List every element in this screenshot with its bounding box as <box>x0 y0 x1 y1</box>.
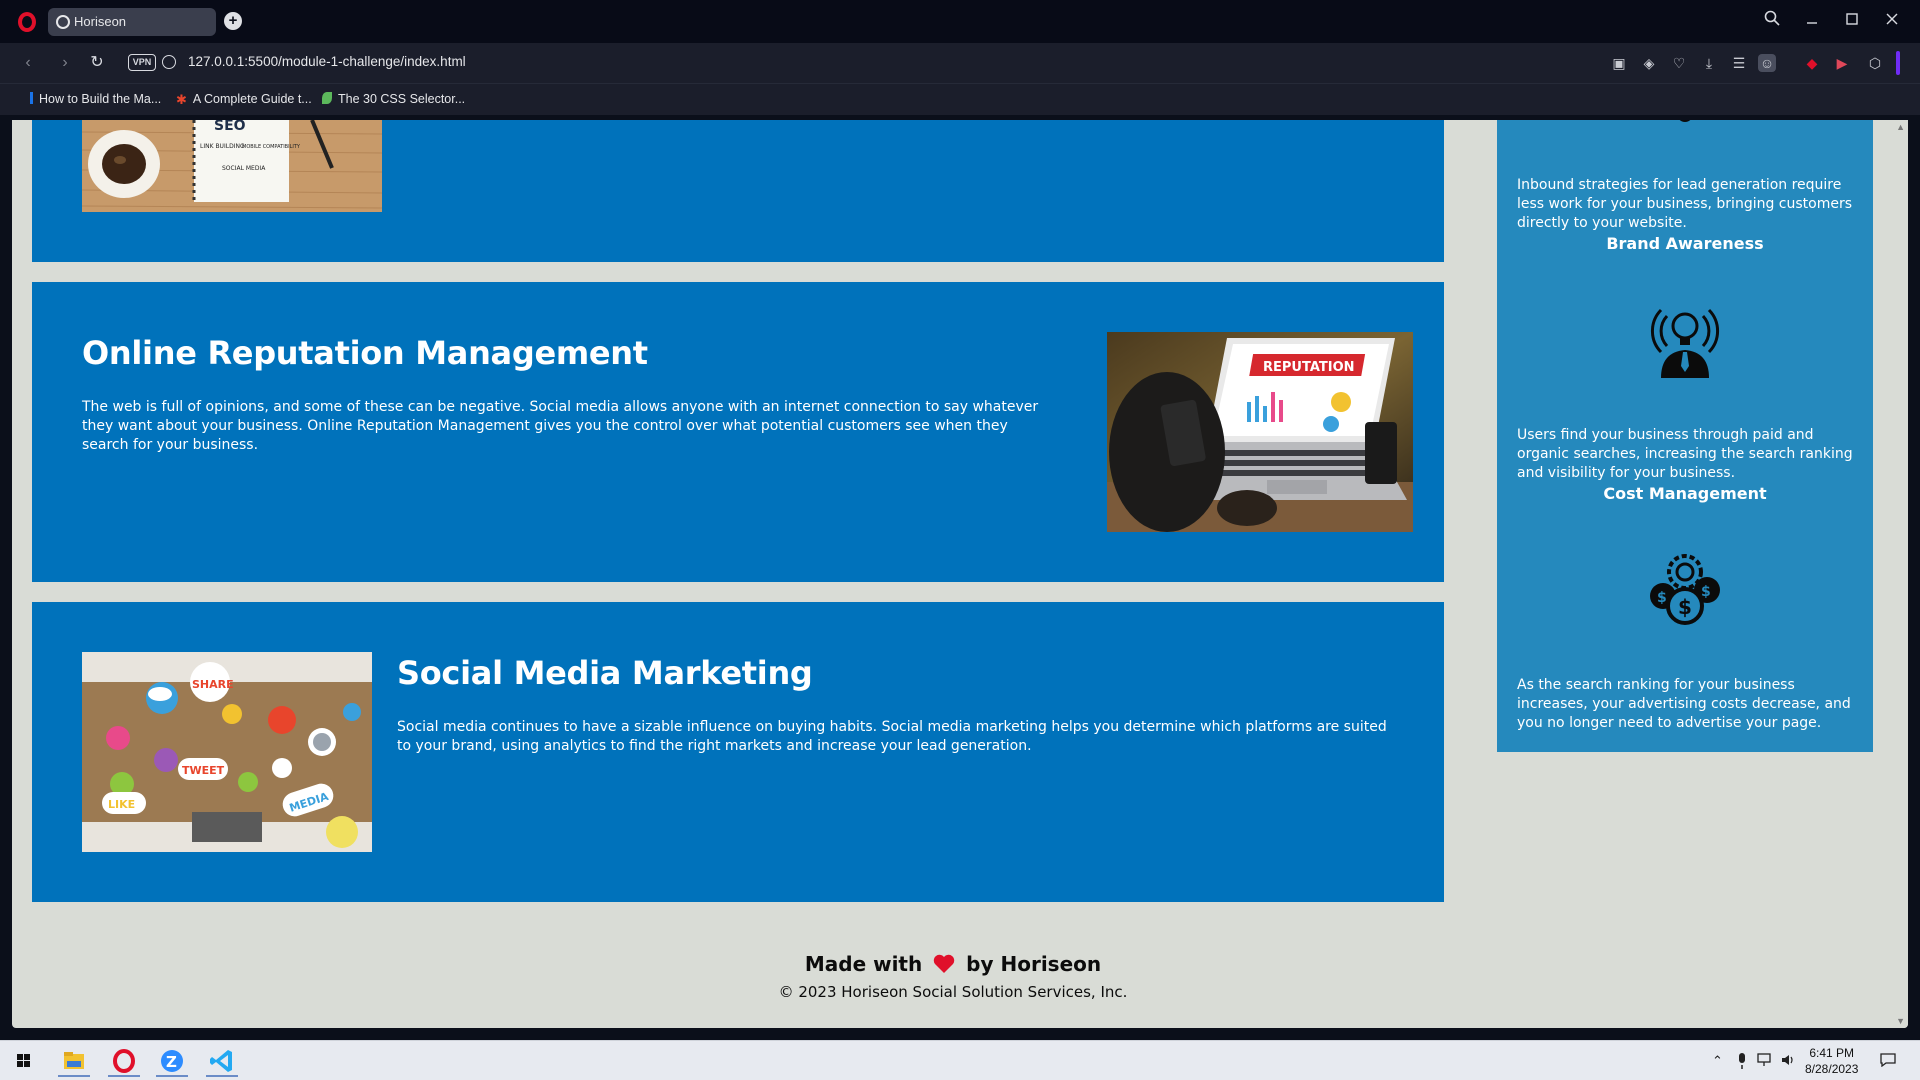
extensions-icon[interactable]: ⬡ <box>1866 54 1884 72</box>
page-footer: Made with by Horiseon © 2023 Horiseon So… <box>12 952 1894 1001</box>
url-field[interactable]: 127.0.0.1:5500/module-1-challenge/index.… <box>188 54 466 69</box>
running-indicator <box>206 1075 238 1077</box>
sidebar-toggle[interactable] <box>1896 51 1900 75</box>
magnet-icon <box>1673 120 1697 130</box>
benefit-title: Brand Awareness <box>1606 234 1764 253</box>
lightbulb-person-icon <box>1649 300 1721 382</box>
bookmark-item[interactable]: ✱ A Complete Guide t... <box>176 92 312 107</box>
site-info-icon[interactable] <box>162 55 176 69</box>
clock-date: 8/28/2023 <box>1805 1062 1859 1076</box>
section-card-seo: SEO LINK BUILDING MOBILE COMPATIBILITY S… <box>32 120 1444 262</box>
minimize-icon[interactable] <box>1799 9 1825 33</box>
chevron-up-icon[interactable]: ⌃ <box>1712 1053 1723 1069</box>
footer-made-with: Made with by Horiseon <box>12 952 1894 979</box>
vscode-taskbar-icon[interactable] <box>202 1045 242 1077</box>
benefit-text: As the search ranking for your business … <box>1517 677 1851 731</box>
extension-video-icon[interactable]: ▶ <box>1833 54 1851 72</box>
new-tab-button[interactable]: + <box>224 12 242 30</box>
clock-time: 6:41 PM <box>1809 1046 1855 1060</box>
microphone-icon[interactable] <box>1737 1053 1747 1072</box>
section-card-reputation: Online Reputation Management The web is … <box>32 282 1444 582</box>
benefit-text: Inbound strategies for lead generation r… <box>1517 177 1853 231</box>
svg-text:$: $ <box>1701 584 1711 600</box>
heart-icon <box>933 954 955 979</box>
bookmark-favicon-icon <box>30 92 33 104</box>
zoom-taskbar-icon[interactable]: Z <box>152 1045 192 1077</box>
social-word: TWEET <box>182 764 225 777</box>
reputation-caption: REPUTATION <box>1263 360 1355 375</box>
bookmark-item[interactable]: The 30 CSS Selector... <box>322 92 465 106</box>
seo-notebook-image: SEO LINK BUILDING MOBILE COMPATIBILITY S… <box>82 120 382 212</box>
vpn-badge[interactable]: VPN <box>128 54 156 71</box>
back-icon[interactable]: ‹ <box>18 53 38 73</box>
reputation-laptop-image: REPUTATION <box>1107 332 1413 532</box>
scroll-down-icon[interactable]: ▼ <box>1896 1016 1905 1026</box>
benefits-sidebar: Inbound strategies for lead generation r… <box>1497 120 1873 752</box>
section-heading: Online Reputation Management <box>82 334 648 372</box>
reload-icon[interactable]: ↻ <box>87 53 107 73</box>
browser-tab-bar: Horiseon + <box>0 0 1920 43</box>
ublock-icon[interactable]: ◆ <box>1803 54 1821 72</box>
svg-text:$: $ <box>1678 595 1692 619</box>
running-indicator <box>58 1075 90 1077</box>
running-indicator <box>108 1075 140 1077</box>
scroll-up-icon[interactable]: ▲ <box>1896 122 1905 132</box>
bookmark-favicon-icon: ✱ <box>176 92 187 107</box>
benefit-title: Cost Management <box>1603 484 1767 503</box>
search-tabs-icon[interactable] <box>1759 9 1785 33</box>
snapshot-icon[interactable]: ▣ <box>1610 54 1628 72</box>
tab-horiseon[interactable]: Horiseon <box>48 8 216 36</box>
page-viewport: SEO LINK BUILDING MOBILE COMPATIBILITY S… <box>12 120 1908 1028</box>
windows-taskbar: Z ⌃ 6:41 PM 8/28/2023 <box>0 1040 1920 1080</box>
section-heading: Social Media Marketing <box>397 654 813 692</box>
bookmarks-bar: How to Build the Ma... ✱ A Complete Guide… <box>0 83 1920 115</box>
svg-text:Z: Z <box>166 1053 177 1071</box>
seo-word: SOCIAL MEDIA <box>222 165 266 172</box>
clock[interactable]: 6:41 PM 8/28/2023 <box>1805 1045 1858 1077</box>
forward-icon[interactable]: › <box>55 53 75 73</box>
social-word: SHARE <box>192 678 234 691</box>
section-card-social: SHARE TWEET LIKE MEDIA Social Media Mark… <box>32 602 1444 902</box>
profile-icon[interactable]: ☺ <box>1758 54 1776 72</box>
address-bar: ‹ › ↻ VPN 127.0.0.1:5500/module-1-challe… <box>0 43 1920 83</box>
start-icon[interactable] <box>4 1045 44 1077</box>
close-window-icon[interactable] <box>1879 9 1905 33</box>
heart-icon[interactable]: ♡ <box>1670 54 1688 72</box>
easy-setup-icon[interactable]: ☰ <box>1730 54 1748 72</box>
money-gear-icon: $ $ $ <box>1647 550 1723 630</box>
maximize-icon[interactable] <box>1839 9 1865 33</box>
social-word: LIKE <box>108 798 135 811</box>
seo-word: MOBILE COMPATIBILITY <box>242 144 301 150</box>
running-indicator <box>156 1075 188 1077</box>
opera-logo-icon[interactable] <box>18 12 36 32</box>
file-explorer-icon[interactable] <box>54 1045 94 1077</box>
bookmark-item[interactable]: How to Build the Ma... <box>30 92 161 106</box>
shield-icon[interactable]: ◈ <box>1640 54 1658 72</box>
svg-text:$: $ <box>1657 590 1667 606</box>
opera-taskbar-icon[interactable] <box>104 1045 144 1077</box>
benefit-text: Users find your business through paid an… <box>1517 427 1853 481</box>
seo-word: LINK BUILDING <box>200 143 245 150</box>
page-scrollbar[interactable]: ▲ ▼ <box>1894 120 1908 1028</box>
social-media-table-image: SHARE TWEET LIKE MEDIA <box>82 652 372 852</box>
notifications-icon[interactable] <box>1880 1053 1896 1070</box>
section-text: The web is full of opinions, and some of… <box>82 399 1039 453</box>
network-icon[interactable] <box>1757 1053 1773 1070</box>
tab-title: Horiseon <box>74 14 127 29</box>
bookmark-favicon-icon <box>322 92 332 104</box>
tab-favicon-icon <box>56 15 70 29</box>
seo-word: SEO <box>214 120 246 134</box>
download-icon[interactable]: ⤓ <box>1700 54 1718 72</box>
section-text: Social media continues to have a sizable… <box>397 719 1387 754</box>
volume-icon[interactable] <box>1781 1053 1795 1070</box>
footer-copyright: © 2023 Horiseon Social Solution Services… <box>778 983 1128 1001</box>
